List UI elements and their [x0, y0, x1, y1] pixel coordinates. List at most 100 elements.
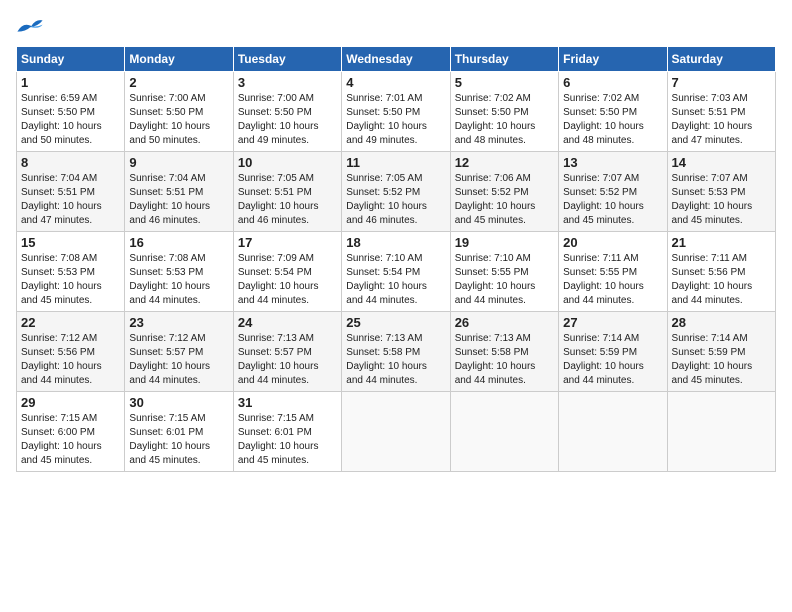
day-number: 6: [563, 75, 662, 90]
calendar-row: 22 Sunrise: 7:12 AMSunset: 5:56 PMDaylig…: [17, 312, 776, 392]
calendar-day-10: 10 Sunrise: 7:05 AMSunset: 5:51 PMDaylig…: [233, 152, 341, 232]
calendar-day-2: 2 Sunrise: 7:00 AMSunset: 5:50 PMDayligh…: [125, 72, 233, 152]
day-number: 2: [129, 75, 228, 90]
col-header-monday: Monday: [125, 47, 233, 72]
day-info: Sunrise: 7:08 AMSunset: 5:53 PMDaylight:…: [129, 252, 228, 308]
logo-bird-icon: [16, 16, 44, 36]
day-number: 16: [129, 235, 228, 250]
day-number: 7: [672, 75, 771, 90]
calendar-empty: [559, 392, 667, 472]
day-info: Sunrise: 7:04 AMSunset: 5:51 PMDaylight:…: [129, 172, 228, 228]
day-number: 5: [455, 75, 554, 90]
calendar-day-13: 13 Sunrise: 7:07 AMSunset: 5:52 PMDaylig…: [559, 152, 667, 232]
page-header: [16, 16, 776, 36]
calendar-table: SundayMondayTuesdayWednesdayThursdayFrid…: [16, 46, 776, 472]
col-header-sunday: Sunday: [17, 47, 125, 72]
calendar-day-7: 7 Sunrise: 7:03 AMSunset: 5:51 PMDayligh…: [667, 72, 775, 152]
day-number: 22: [21, 315, 120, 330]
calendar-day-17: 17 Sunrise: 7:09 AMSunset: 5:54 PMDaylig…: [233, 232, 341, 312]
logo: [16, 16, 48, 36]
calendar-day-31: 31 Sunrise: 7:15 AMSunset: 6:01 PMDaylig…: [233, 392, 341, 472]
day-number: 18: [346, 235, 445, 250]
day-info: Sunrise: 7:06 AMSunset: 5:52 PMDaylight:…: [455, 172, 554, 228]
day-number: 29: [21, 395, 120, 410]
calendar-day-12: 12 Sunrise: 7:06 AMSunset: 5:52 PMDaylig…: [450, 152, 558, 232]
calendar-day-25: 25 Sunrise: 7:13 AMSunset: 5:58 PMDaylig…: [342, 312, 450, 392]
day-info: Sunrise: 7:15 AMSunset: 6:01 PMDaylight:…: [238, 412, 337, 468]
day-number: 1: [21, 75, 120, 90]
calendar-day-15: 15 Sunrise: 7:08 AMSunset: 5:53 PMDaylig…: [17, 232, 125, 312]
day-number: 21: [672, 235, 771, 250]
day-number: 25: [346, 315, 445, 330]
day-info: Sunrise: 7:05 AMSunset: 5:51 PMDaylight:…: [238, 172, 337, 228]
day-number: 19: [455, 235, 554, 250]
calendar-day-6: 6 Sunrise: 7:02 AMSunset: 5:50 PMDayligh…: [559, 72, 667, 152]
day-number: 30: [129, 395, 228, 410]
day-number: 31: [238, 395, 337, 410]
day-number: 3: [238, 75, 337, 90]
day-info: Sunrise: 7:10 AMSunset: 5:55 PMDaylight:…: [455, 252, 554, 308]
day-info: Sunrise: 7:07 AMSunset: 5:53 PMDaylight:…: [672, 172, 771, 228]
col-header-thursday: Thursday: [450, 47, 558, 72]
calendar-day-20: 20 Sunrise: 7:11 AMSunset: 5:55 PMDaylig…: [559, 232, 667, 312]
calendar-day-19: 19 Sunrise: 7:10 AMSunset: 5:55 PMDaylig…: [450, 232, 558, 312]
calendar-empty: [667, 392, 775, 472]
day-info: Sunrise: 7:05 AMSunset: 5:52 PMDaylight:…: [346, 172, 445, 228]
day-number: 13: [563, 155, 662, 170]
calendar-day-22: 22 Sunrise: 7:12 AMSunset: 5:56 PMDaylig…: [17, 312, 125, 392]
calendar-day-29: 29 Sunrise: 7:15 AMSunset: 6:00 PMDaylig…: [17, 392, 125, 472]
day-info: Sunrise: 7:13 AMSunset: 5:58 PMDaylight:…: [346, 332, 445, 388]
day-number: 8: [21, 155, 120, 170]
calendar-day-14: 14 Sunrise: 7:07 AMSunset: 5:53 PMDaylig…: [667, 152, 775, 232]
calendar-day-3: 3 Sunrise: 7:00 AMSunset: 5:50 PMDayligh…: [233, 72, 341, 152]
day-number: 26: [455, 315, 554, 330]
day-info: Sunrise: 7:14 AMSunset: 5:59 PMDaylight:…: [563, 332, 662, 388]
calendar-day-24: 24 Sunrise: 7:13 AMSunset: 5:57 PMDaylig…: [233, 312, 341, 392]
day-info: Sunrise: 7:15 AMSunset: 6:01 PMDaylight:…: [129, 412, 228, 468]
calendar-day-21: 21 Sunrise: 7:11 AMSunset: 5:56 PMDaylig…: [667, 232, 775, 312]
day-info: Sunrise: 7:11 AMSunset: 5:55 PMDaylight:…: [563, 252, 662, 308]
day-number: 15: [21, 235, 120, 250]
calendar-day-16: 16 Sunrise: 7:08 AMSunset: 5:53 PMDaylig…: [125, 232, 233, 312]
day-number: 17: [238, 235, 337, 250]
day-info: Sunrise: 7:08 AMSunset: 5:53 PMDaylight:…: [21, 252, 120, 308]
calendar-row: 8 Sunrise: 7:04 AMSunset: 5:51 PMDayligh…: [17, 152, 776, 232]
day-number: 23: [129, 315, 228, 330]
calendar-day-26: 26 Sunrise: 7:13 AMSunset: 5:58 PMDaylig…: [450, 312, 558, 392]
day-number: 14: [672, 155, 771, 170]
calendar-day-23: 23 Sunrise: 7:12 AMSunset: 5:57 PMDaylig…: [125, 312, 233, 392]
day-info: Sunrise: 7:14 AMSunset: 5:59 PMDaylight:…: [672, 332, 771, 388]
day-number: 24: [238, 315, 337, 330]
day-info: Sunrise: 6:59 AMSunset: 5:50 PMDaylight:…: [21, 92, 120, 148]
calendar-day-8: 8 Sunrise: 7:04 AMSunset: 5:51 PMDayligh…: [17, 152, 125, 232]
calendar-day-5: 5 Sunrise: 7:02 AMSunset: 5:50 PMDayligh…: [450, 72, 558, 152]
calendar-day-27: 27 Sunrise: 7:14 AMSunset: 5:59 PMDaylig…: [559, 312, 667, 392]
col-header-tuesday: Tuesday: [233, 47, 341, 72]
calendar-empty: [450, 392, 558, 472]
day-info: Sunrise: 7:00 AMSunset: 5:50 PMDaylight:…: [129, 92, 228, 148]
calendar-empty: [342, 392, 450, 472]
calendar-day-11: 11 Sunrise: 7:05 AMSunset: 5:52 PMDaylig…: [342, 152, 450, 232]
day-info: Sunrise: 7:02 AMSunset: 5:50 PMDaylight:…: [455, 92, 554, 148]
day-number: 11: [346, 155, 445, 170]
day-info: Sunrise: 7:01 AMSunset: 5:50 PMDaylight:…: [346, 92, 445, 148]
calendar-day-28: 28 Sunrise: 7:14 AMSunset: 5:59 PMDaylig…: [667, 312, 775, 392]
day-info: Sunrise: 7:10 AMSunset: 5:54 PMDaylight:…: [346, 252, 445, 308]
calendar-day-1: 1 Sunrise: 6:59 AMSunset: 5:50 PMDayligh…: [17, 72, 125, 152]
day-info: Sunrise: 7:09 AMSunset: 5:54 PMDaylight:…: [238, 252, 337, 308]
day-info: Sunrise: 7:13 AMSunset: 5:58 PMDaylight:…: [455, 332, 554, 388]
day-number: 20: [563, 235, 662, 250]
day-number: 10: [238, 155, 337, 170]
day-info: Sunrise: 7:00 AMSunset: 5:50 PMDaylight:…: [238, 92, 337, 148]
col-header-saturday: Saturday: [667, 47, 775, 72]
day-info: Sunrise: 7:15 AMSunset: 6:00 PMDaylight:…: [21, 412, 120, 468]
col-header-wednesday: Wednesday: [342, 47, 450, 72]
day-info: Sunrise: 7:13 AMSunset: 5:57 PMDaylight:…: [238, 332, 337, 388]
calendar-day-30: 30 Sunrise: 7:15 AMSunset: 6:01 PMDaylig…: [125, 392, 233, 472]
day-number: 9: [129, 155, 228, 170]
day-number: 12: [455, 155, 554, 170]
calendar-row: 29 Sunrise: 7:15 AMSunset: 6:00 PMDaylig…: [17, 392, 776, 472]
col-header-friday: Friday: [559, 47, 667, 72]
calendar-day-4: 4 Sunrise: 7:01 AMSunset: 5:50 PMDayligh…: [342, 72, 450, 152]
day-info: Sunrise: 7:07 AMSunset: 5:52 PMDaylight:…: [563, 172, 662, 228]
